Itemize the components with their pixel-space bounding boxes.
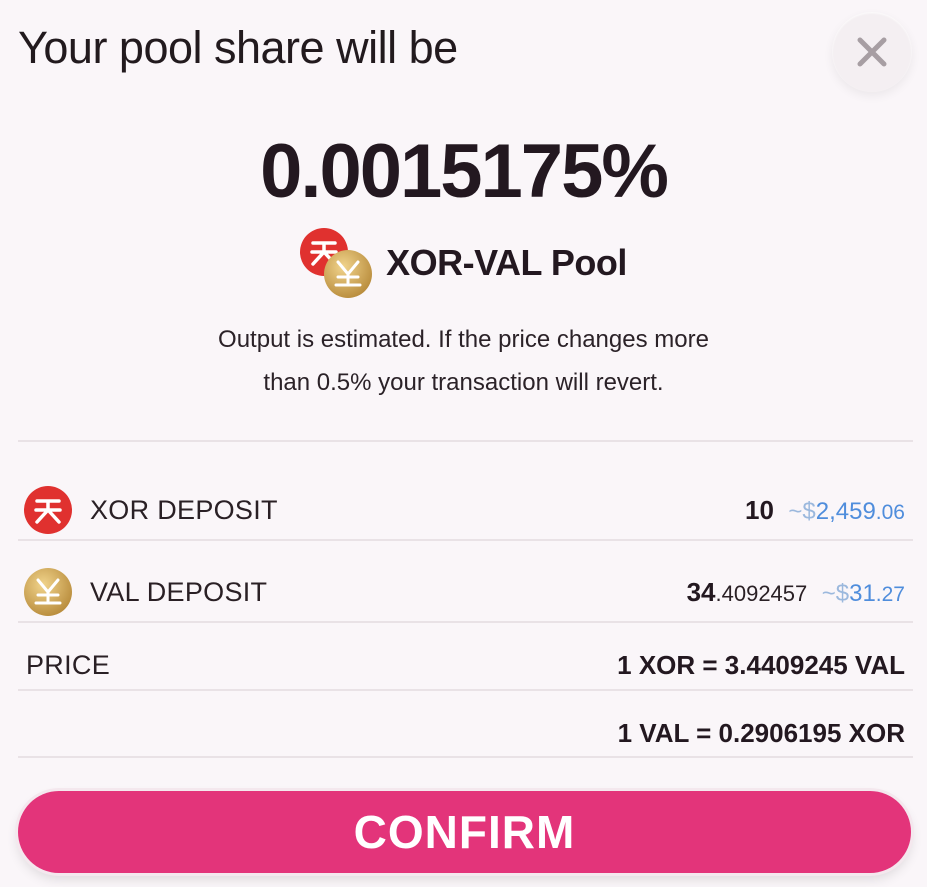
confirm-button[interactable]: CONFIRM	[18, 791, 911, 873]
estimate-note-line1: Output is estimated. If the price change…	[218, 326, 709, 353]
val-fiat-value: ~$31.27	[821, 579, 905, 607]
xor-amount-int: 10	[744, 494, 774, 525]
val-deposit-row: VAL DEPOSIT 34.4092457 ~$31.27	[18, 568, 905, 616]
pool-label: XOR-VAL Pool	[0, 228, 927, 298]
divider	[18, 621, 913, 623]
divider	[18, 440, 913, 442]
dialog-title: Your pool share will be	[18, 22, 458, 73]
divider	[18, 689, 913, 691]
xor-deposit-label: XOR DEPOSIT	[90, 494, 278, 525]
val-amount-dec: .4092457	[715, 580, 808, 606]
price-xor-to-val: 1 XOR = 3.4409245 VAL	[617, 650, 905, 680]
pool-name: XOR-VAL Pool	[386, 242, 627, 283]
val-deposit-amount: 34.4092457 ~$31.27	[687, 577, 905, 608]
price-row: PRICE 1 XOR = 3.4409245 VAL	[18, 650, 905, 681]
estimate-note: Output is estimated. If the price change…	[0, 318, 927, 404]
price-label: PRICE	[26, 650, 111, 680]
val-token-icon	[24, 568, 72, 616]
xor-deposit-row: XOR DEPOSIT 10 ~$2,459.06	[18, 486, 905, 534]
divider	[18, 756, 913, 758]
pool-share-value: 0.0015175%	[260, 129, 669, 214]
pool-token-icons	[300, 228, 376, 298]
val-deposit-label: VAL DEPOSIT	[90, 576, 268, 607]
xor-deposit-amount: 10 ~$2,459.06	[745, 495, 905, 526]
price-row-reverse: 1 VAL = 0.2906195 XOR	[18, 718, 905, 749]
val-token-icon	[324, 250, 373, 298]
xor-token-icon	[24, 486, 72, 534]
divider	[18, 539, 913, 541]
price-val-to-xor: 1 VAL = 0.2906195 XOR	[617, 718, 905, 748]
val-amount-int: 34	[686, 576, 716, 607]
estimate-note-line2: than 0.5% your transaction will revert.	[263, 369, 664, 396]
xor-fiat-value: ~$2,459.06	[788, 497, 905, 525]
close-icon	[857, 37, 887, 67]
close-button[interactable]	[832, 12, 912, 92]
